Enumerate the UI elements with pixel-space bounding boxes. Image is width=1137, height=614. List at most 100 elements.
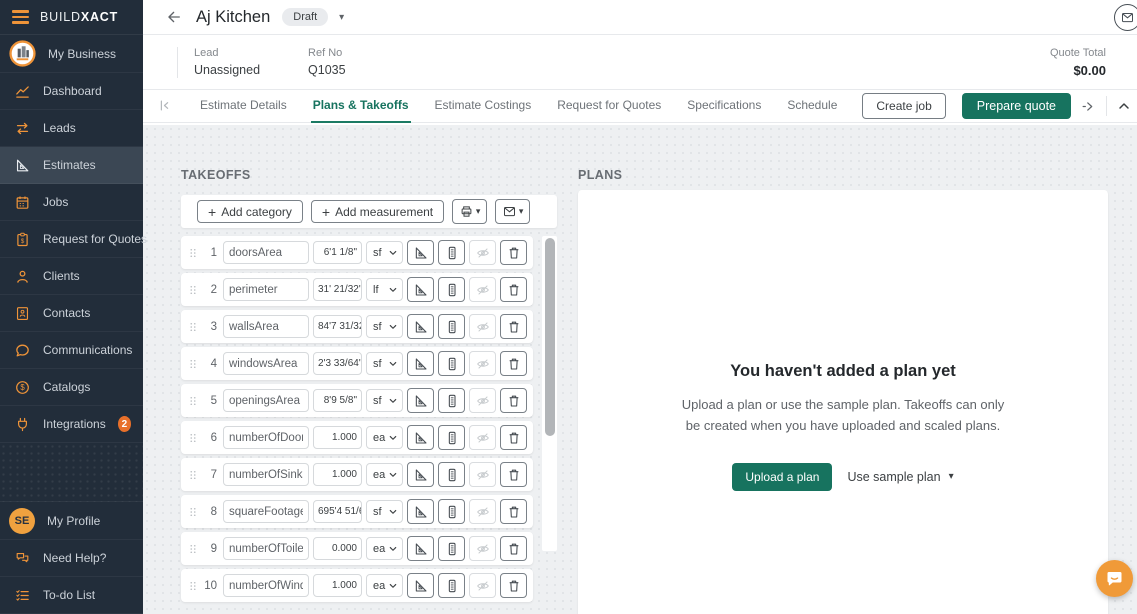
hide-measurement-button[interactable] (469, 499, 496, 524)
sidebar-item-catalogs[interactable]: Catalogs (0, 369, 143, 406)
measurement-value-field[interactable]: 2'3 33/64" (313, 352, 362, 375)
delete-measurement-button[interactable] (500, 388, 527, 413)
measurement-name-input[interactable] (223, 241, 309, 264)
measurement-value-field[interactable]: 1.000 (313, 426, 362, 449)
measurement-value-field[interactable]: 6'1 1/8" (313, 241, 362, 264)
delete-measurement-button[interactable] (500, 462, 527, 487)
unit-select[interactable]: sf (366, 500, 403, 523)
measurement-name-input[interactable] (223, 537, 309, 560)
prepare-quote-button[interactable]: Prepare quote (962, 93, 1071, 119)
sidebar-item-leads[interactable]: Leads (0, 110, 143, 147)
add-category-button[interactable]: + Add category (197, 200, 303, 223)
delete-measurement-button[interactable] (500, 536, 527, 561)
calculator-button[interactable] (438, 536, 465, 561)
unit-select[interactable]: ea (366, 537, 403, 560)
collapse-left-icon[interactable] (157, 98, 173, 114)
measurement-value-field[interactable]: 84'7 31/32" (313, 315, 362, 338)
menu-icon[interactable] (12, 10, 29, 23)
hide-measurement-button[interactable] (469, 388, 496, 413)
delete-measurement-button[interactable] (500, 314, 527, 339)
sidebar-item-my-business[interactable]: My Business (0, 35, 143, 73)
tab-plans-takeoffs[interactable]: Plans & Takeoffs (311, 90, 411, 123)
create-job-button[interactable]: Create job (862, 93, 945, 119)
calculator-button[interactable] (438, 499, 465, 524)
calculator-button[interactable] (438, 462, 465, 487)
use-sample-plan-button[interactable]: Use sample plan ▾ (847, 470, 953, 484)
drag-handle-icon[interactable] (187, 430, 199, 446)
measurement-value-field[interactable]: 695'4 51/64" (313, 500, 362, 523)
add-measurement-button[interactable]: + Add measurement (311, 200, 444, 223)
sidebar-item-clients[interactable]: Clients (0, 258, 143, 295)
delete-measurement-button[interactable] (500, 425, 527, 450)
hide-measurement-button[interactable] (469, 462, 496, 487)
hide-measurement-button[interactable] (469, 536, 496, 561)
measurement-name-input[interactable] (223, 352, 309, 375)
measurement-name-input[interactable] (223, 278, 309, 301)
hide-measurement-button[interactable] (469, 351, 496, 376)
tab-estimate-details[interactable]: Estimate Details (198, 90, 289, 123)
tab-estimate-costings[interactable]: Estimate Costings (433, 90, 534, 123)
calculator-button[interactable] (438, 425, 465, 450)
drag-handle-icon[interactable] (187, 282, 199, 298)
tab-request-for-quotes[interactable]: Request for Quotes (555, 90, 663, 123)
sidebar-item-request-for-quotes[interactable]: Request for Quotes (0, 221, 143, 258)
scale-tool-button[interactable] (407, 573, 434, 598)
chevron-up-icon[interactable] (1116, 98, 1132, 114)
drag-handle-icon[interactable] (187, 245, 199, 261)
unit-select[interactable]: sf (366, 352, 403, 375)
calculator-button[interactable] (438, 573, 465, 598)
measurement-value-field[interactable]: 31' 21/32" (313, 278, 362, 301)
unit-select[interactable]: sf (366, 389, 403, 412)
scale-tool-button[interactable] (407, 240, 434, 265)
scale-tool-button[interactable] (407, 425, 434, 450)
unit-select[interactable]: sf (366, 315, 403, 338)
calculator-button[interactable] (438, 314, 465, 339)
unit-select[interactable]: sf (366, 241, 403, 264)
sidebar-item-integrations[interactable]: Integrations 2 (0, 406, 143, 443)
hide-measurement-button[interactable] (469, 425, 496, 450)
measurement-name-input[interactable] (223, 574, 309, 597)
scale-tool-button[interactable] (407, 536, 434, 561)
calculator-button[interactable] (438, 240, 465, 265)
measurement-value-field[interactable]: 1.000 (313, 574, 362, 597)
hide-measurement-button[interactable] (469, 240, 496, 265)
sidebar-item-estimates[interactable]: Estimates (0, 147, 143, 184)
scale-tool-button[interactable] (407, 388, 434, 413)
tab-schedule[interactable]: Schedule (785, 90, 839, 123)
drag-handle-icon[interactable] (187, 467, 199, 483)
email-menu-button[interactable]: ▾ (495, 199, 530, 224)
measurement-name-input[interactable] (223, 315, 309, 338)
email-circle-button[interactable] (1114, 4, 1137, 31)
unit-select[interactable]: ea (366, 574, 403, 597)
measurement-name-input[interactable] (223, 463, 309, 486)
sidebar-item-communications[interactable]: Communications (0, 332, 143, 369)
calculator-button[interactable] (438, 388, 465, 413)
drag-handle-icon[interactable] (187, 541, 199, 557)
sidebar-item-todo-list[interactable]: To-do List (0, 577, 143, 614)
sidebar-item-dashboard[interactable]: Dashboard (0, 73, 143, 110)
scrollbar-track[interactable] (542, 236, 557, 551)
sidebar-item-jobs[interactable]: Jobs (0, 184, 143, 221)
scale-tool-button[interactable] (407, 462, 434, 487)
title-caret-down-icon[interactable]: ▾ (339, 12, 344, 23)
drag-handle-icon[interactable] (187, 578, 199, 594)
unit-select[interactable]: lf (366, 278, 403, 301)
hide-measurement-button[interactable] (469, 573, 496, 598)
unit-select[interactable]: ea (366, 463, 403, 486)
measurement-value-field[interactable]: 0.000 (313, 537, 362, 560)
delete-measurement-button[interactable] (500, 351, 527, 376)
scale-tool-button[interactable] (407, 314, 434, 339)
measurement-name-input[interactable] (223, 389, 309, 412)
chat-launcher-button[interactable] (1096, 560, 1133, 597)
scale-tool-button[interactable] (407, 499, 434, 524)
scrollbar-thumb[interactable] (545, 238, 555, 436)
measurement-value-field[interactable]: 8'9 5/8" (313, 389, 362, 412)
drag-handle-icon[interactable] (187, 393, 199, 409)
sidebar-item-need-help[interactable]: Need Help? (0, 540, 143, 577)
calculator-button[interactable] (438, 351, 465, 376)
drag-handle-icon[interactable] (187, 319, 199, 335)
unit-select[interactable]: ea (366, 426, 403, 449)
measurement-name-input[interactable] (223, 426, 309, 449)
delete-measurement-button[interactable] (500, 240, 527, 265)
hide-measurement-button[interactable] (469, 277, 496, 302)
